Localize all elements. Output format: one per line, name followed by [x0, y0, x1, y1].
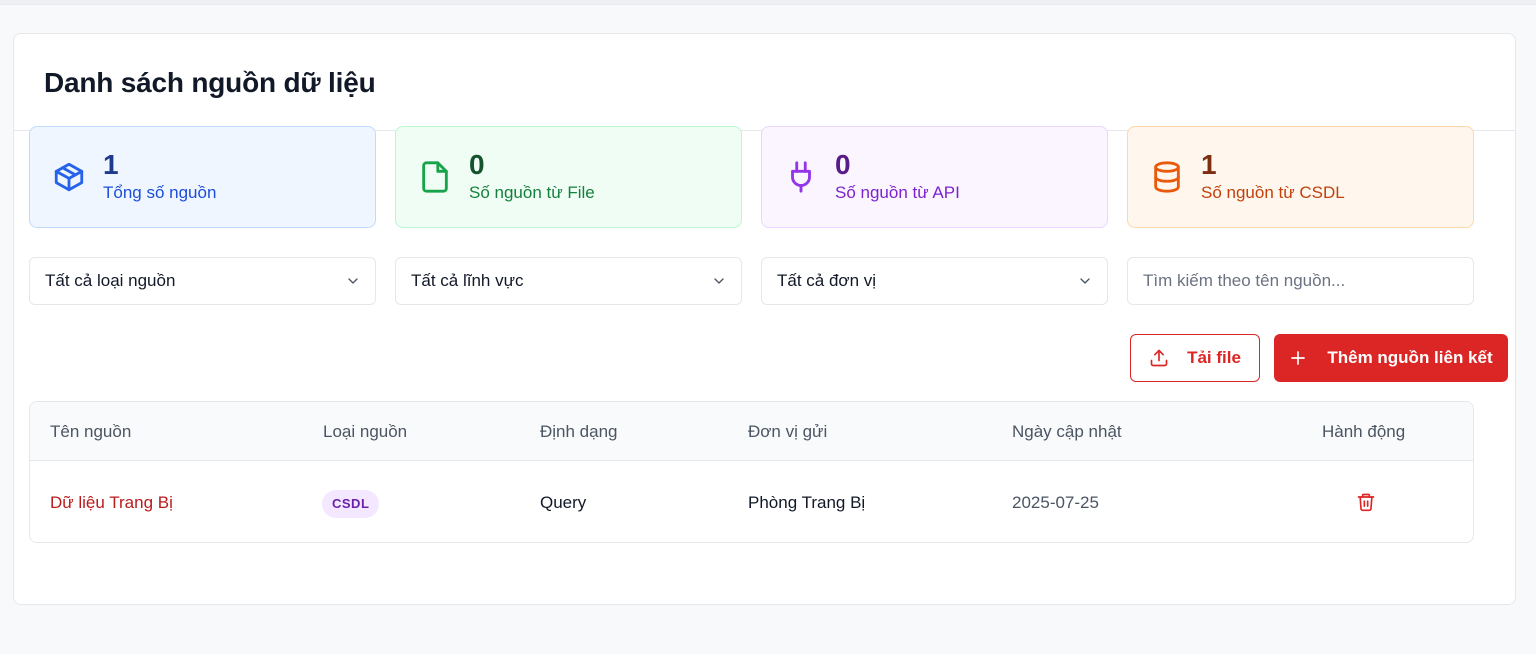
- stat-api-sources: 0 Số nguồn từ API: [761, 126, 1108, 228]
- database-icon: [1150, 160, 1184, 194]
- card-header: Danh sách nguồn dữ liệu: [14, 34, 1515, 131]
- plus-icon: [1291, 351, 1306, 365]
- select-value: Tất cả lĩnh vực: [411, 271, 524, 290]
- add-label: Thêm nguồn liên kết: [1327, 348, 1493, 367]
- source-type-cell: CSDL: [322, 461, 380, 542]
- updated-cell: 2025-07-25: [1012, 493, 1099, 512]
- stat-total-sources: 1 Tổng số nguồn: [29, 126, 376, 228]
- chevron-down-icon: [1080, 278, 1090, 284]
- chevron-down-icon: [348, 278, 358, 284]
- data-source-table: Tên nguồn Loại nguồn Định dạng Đơn vị gử…: [29, 401, 1474, 543]
- select-value: Tất cả đơn vị: [777, 271, 877, 290]
- box-icon: [52, 160, 86, 194]
- chevron-down-icon: [714, 278, 724, 284]
- unit-select[interactable]: Tất cả đơn vị: [761, 257, 1108, 305]
- add-link-source-button[interactable]: Thêm nguồn liên kết: [1274, 334, 1508, 382]
- table-row: Dữ liệu Trang Bị CSDL Query Phòng Trang …: [30, 461, 1473, 542]
- stat-file-sources: 0 Số nguồn từ File: [395, 126, 742, 228]
- source-type-select[interactable]: Tất cả loại nguồn: [29, 257, 376, 305]
- filters-row: Tất cả loại nguồn Tất cả lĩnh vực Tất cả…: [29, 257, 1474, 305]
- stat-value: 1: [1201, 149, 1217, 180]
- file-icon: [418, 160, 452, 194]
- col-format: Định dạng: [540, 422, 618, 441]
- unit-cell: Phòng Trang Bị: [748, 493, 866, 512]
- stat-db-sources: 1 Số nguồn từ CSDL: [1127, 126, 1474, 228]
- stat-label: Tổng số nguồn: [103, 183, 217, 202]
- delete-button[interactable]: [1356, 491, 1376, 513]
- format-cell: Query: [540, 493, 587, 512]
- stat-value: 0: [469, 149, 485, 180]
- col-name: Tên nguồn: [50, 422, 132, 441]
- page-title: Danh sách nguồn dữ liệu: [44, 67, 376, 98]
- col-actions: Hành động: [1322, 422, 1406, 441]
- upload-icon: [1150, 349, 1168, 367]
- upload-file-button[interactable]: Tải file: [1130, 334, 1260, 382]
- top-bar: [0, 0, 1536, 5]
- table-header: Tên nguồn Loại nguồn Định dạng Đơn vị gử…: [30, 402, 1473, 461]
- field-select[interactable]: Tất cả lĩnh vực: [395, 257, 742, 305]
- stat-label: Số nguồn từ CSDL: [1201, 183, 1345, 202]
- stat-label: Số nguồn từ API: [835, 183, 960, 202]
- select-value: Tất cả loại nguồn: [45, 271, 176, 290]
- trash-icon: [1357, 493, 1375, 512]
- search-input[interactable]: [1127, 257, 1474, 305]
- source-name-link[interactable]: Dữ liệu Trang Bị: [50, 461, 173, 542]
- plug-icon: [784, 160, 818, 194]
- col-unit: Đơn vị gửi: [748, 422, 828, 441]
- col-updated: Ngày cập nhật: [1012, 422, 1122, 441]
- actions-row: Tải file Thêm nguồn liên kết: [1130, 334, 1508, 382]
- col-type: Loại nguồn: [323, 422, 408, 441]
- stat-label: Số nguồn từ File: [469, 183, 595, 202]
- source-type-badge: CSDL: [322, 489, 380, 518]
- stats-row: 1 Tổng số nguồn 0 Số nguồn từ File 0 Số …: [29, 126, 1474, 228]
- stat-value: 1: [103, 149, 119, 180]
- stat-value: 0: [835, 149, 851, 180]
- upload-label: Tải file: [1187, 348, 1241, 367]
